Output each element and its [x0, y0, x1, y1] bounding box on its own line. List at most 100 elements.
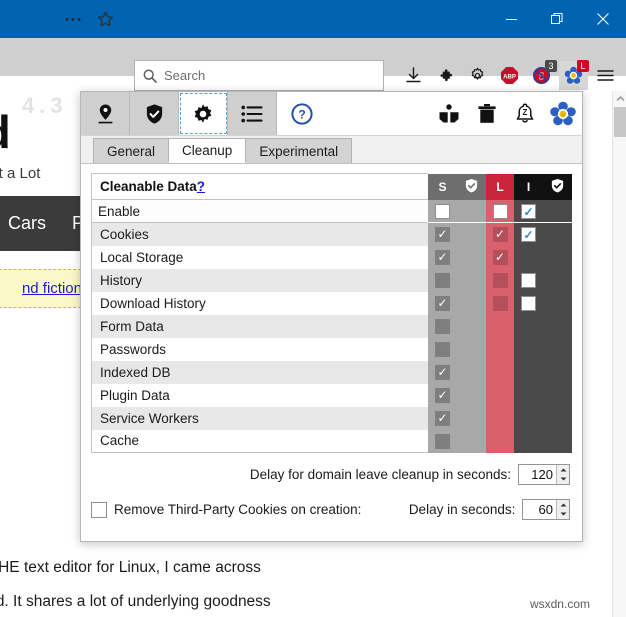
checkbox-s[interactable]: ✓ [435, 250, 450, 265]
tab-list[interactable] [228, 92, 277, 135]
cell-l[interactable]: ✓ [486, 223, 514, 246]
cell-i[interactable] [514, 292, 543, 315]
scroll-up-arrow-icon[interactable] [613, 91, 626, 106]
cell-l[interactable] [486, 269, 514, 292]
adblock-plus-icon[interactable]: ABP [495, 61, 524, 90]
tool-cleanup[interactable] [468, 92, 506, 135]
stepper-up-icon[interactable] [557, 465, 569, 475]
checkbox-s[interactable]: ✓ [435, 227, 450, 242]
stepper-arrows[interactable] [556, 465, 569, 484]
checkbox-l[interactable]: ✓ [493, 250, 508, 265]
cell-s[interactable] [428, 269, 457, 292]
checkbox-l[interactable] [493, 296, 508, 311]
page-actions-overflow-icon[interactable] [60, 7, 86, 31]
stepper-arrows[interactable] [556, 500, 569, 519]
close-icon[interactable] [580, 0, 626, 38]
tool-snooze[interactable]: Z [506, 92, 544, 135]
row-label: Cookies [92, 223, 429, 246]
forget-me-not-flower-icon[interactable]: L [559, 61, 588, 90]
stepper-up-icon[interactable] [557, 500, 569, 510]
page-nav: Cars P [0, 196, 85, 251]
tab-general[interactable]: General [93, 138, 169, 163]
third-party-cookies-checkbox[interactable] [91, 502, 107, 518]
cell-s[interactable]: ✓ [428, 384, 457, 407]
stepper-down-icon[interactable] [557, 475, 569, 485]
extensions-puzzle-icon[interactable] [431, 61, 460, 90]
cell-s[interactable] [428, 200, 457, 223]
domain-leave-delay-value[interactable]: 120 [519, 465, 556, 484]
urlbar-actions [60, 7, 118, 31]
table-row: Cookies ✓ ✓ ✓ [92, 223, 573, 246]
cell-s[interactable] [428, 430, 457, 453]
checkbox-i[interactable] [521, 296, 536, 311]
search-bar[interactable]: Search [134, 60, 384, 91]
page-subheading: out a Lot [0, 165, 40, 182]
tool-logo[interactable]: ☆ [544, 92, 582, 135]
page-nav-item-cars[interactable]: Cars [8, 213, 46, 234]
cell-s[interactable] [428, 338, 457, 361]
tab-location[interactable] [81, 92, 130, 135]
cell-l[interactable] [486, 292, 514, 315]
checkbox-s[interactable]: ✓ [435, 411, 450, 426]
tab-experimental[interactable]: Experimental [245, 138, 352, 163]
noscript-icon[interactable]: S 3 [527, 61, 556, 90]
third-party-delay-stepper[interactable]: 60 [522, 499, 570, 520]
trash-icon [477, 103, 497, 124]
checkbox-l[interactable]: ✓ [493, 227, 508, 242]
checkbox-s[interactable]: ✓ [435, 388, 450, 403]
shield-check-icon [550, 178, 565, 193]
cell-i[interactable]: ✓ [514, 223, 543, 246]
checkbox-i[interactable] [521, 273, 536, 288]
restore-icon[interactable] [534, 0, 580, 38]
minimize-icon[interactable] [488, 0, 534, 38]
bookmark-star-icon[interactable] [92, 7, 118, 31]
col-header-s-shield[interactable] [457, 174, 486, 200]
cell-i[interactable]: ✓ [514, 200, 543, 223]
checkbox-l[interactable] [493, 204, 508, 219]
cell-i[interactable] [514, 269, 543, 292]
cell-s[interactable]: ✓ [428, 246, 457, 269]
tool-reader[interactable] [430, 92, 468, 135]
tab-shield[interactable] [130, 92, 179, 135]
checkbox-s[interactable] [435, 273, 450, 288]
checkbox-s[interactable]: ✓ [435, 296, 450, 311]
checkbox-i[interactable]: ✓ [521, 204, 536, 219]
cell-i-shield [543, 292, 572, 315]
scrollbar-thumb[interactable] [614, 107, 626, 137]
col-header-l[interactable]: L [486, 174, 514, 200]
settings-gear-icon[interactable] [463, 61, 492, 90]
cell-l[interactable]: ✓ [486, 246, 514, 269]
page-scrollbar[interactable] [612, 91, 626, 617]
checkbox-i[interactable]: ✓ [521, 227, 536, 242]
third-party-delay-value[interactable]: 60 [523, 500, 556, 519]
col-header-s[interactable]: S [428, 174, 457, 200]
cell-s[interactable]: ✓ [428, 223, 457, 246]
cell-l[interactable] [486, 200, 514, 223]
cell-s[interactable] [428, 315, 457, 338]
checkbox-s[interactable] [435, 434, 450, 449]
tab-cleanup[interactable]: Cleanup [168, 138, 246, 163]
hamburger-menu-icon[interactable] [591, 61, 620, 90]
checkbox-s[interactable] [435, 342, 450, 357]
col-header-i[interactable]: I [514, 174, 543, 200]
stepper-down-icon[interactable] [557, 510, 569, 520]
checkbox-s[interactable] [435, 319, 450, 334]
col-header-i-shield[interactable] [543, 174, 572, 200]
tab-settings[interactable] [179, 92, 228, 135]
cell-s-shield [457, 361, 486, 384]
search-icon [143, 69, 157, 83]
checkbox-s[interactable]: ✓ [435, 365, 450, 380]
table-help-link[interactable]: ? [197, 179, 205, 194]
cell-i-shield [543, 430, 572, 453]
row-label: Cache [92, 430, 429, 453]
checkbox-l[interactable] [493, 273, 508, 288]
checkbox-s[interactable] [435, 204, 450, 219]
cell-s[interactable]: ✓ [428, 292, 457, 315]
search-input[interactable]: Search [164, 68, 205, 83]
cell-s[interactable]: ✓ [428, 361, 457, 384]
page-note-link[interactable]: nd fiction [22, 280, 82, 297]
domain-leave-delay-stepper[interactable]: 120 [518, 464, 570, 485]
help-button[interactable]: ? [277, 92, 326, 135]
cell-s[interactable]: ✓ [428, 407, 457, 430]
downloads-icon[interactable] [399, 61, 428, 90]
